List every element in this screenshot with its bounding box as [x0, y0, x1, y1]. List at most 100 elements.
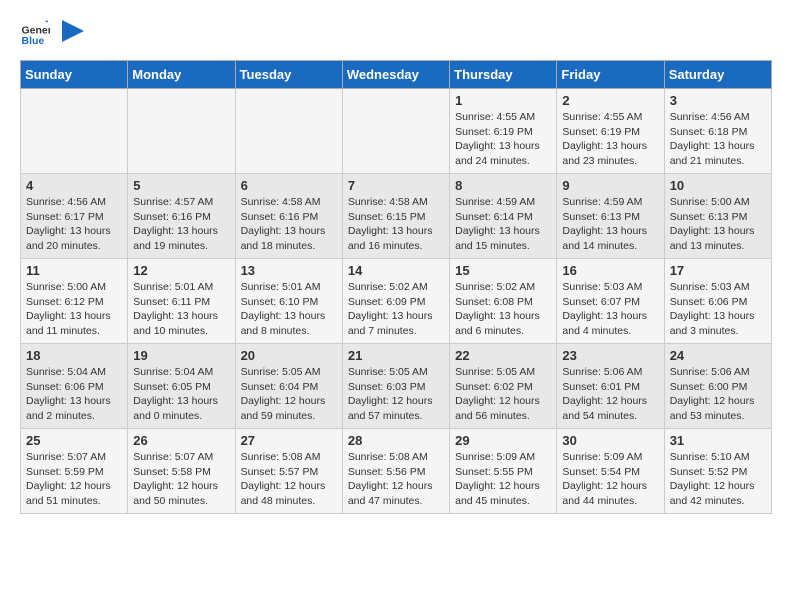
day-info: Sunrise: 5:00 AM Sunset: 6:13 PM Dayligh…: [670, 195, 766, 254]
day-number: 2: [562, 93, 658, 108]
day-info: Sunrise: 5:06 AM Sunset: 6:00 PM Dayligh…: [670, 365, 766, 424]
calendar-cell: [235, 89, 342, 174]
calendar-cell: 19 Sunrise: 5:04 AM Sunset: 6:05 PM Dayli…: [128, 344, 235, 429]
calendar-cell: 17 Sunrise: 5:03 AM Sunset: 6:06 PM Dayli…: [664, 259, 771, 344]
day-number: 7: [348, 178, 444, 193]
day-info: Sunrise: 5:05 AM Sunset: 6:03 PM Dayligh…: [348, 365, 444, 424]
calendar-cell: 24 Sunrise: 5:06 AM Sunset: 6:00 PM Dayli…: [664, 344, 771, 429]
calendar-cell: 22 Sunrise: 5:05 AM Sunset: 6:02 PM Dayli…: [450, 344, 557, 429]
day-info: Sunrise: 5:10 AM Sunset: 5:52 PM Dayligh…: [670, 450, 766, 509]
calendar-cell: 5 Sunrise: 4:57 AM Sunset: 6:16 PM Daylig…: [128, 174, 235, 259]
day-info: Sunrise: 5:08 AM Sunset: 5:56 PM Dayligh…: [348, 450, 444, 509]
calendar-cell: 2 Sunrise: 4:55 AM Sunset: 6:19 PM Daylig…: [557, 89, 664, 174]
svg-text:Blue: Blue: [22, 35, 45, 47]
day-info: Sunrise: 5:09 AM Sunset: 5:54 PM Dayligh…: [562, 450, 658, 509]
weekday-header: Sunday: [21, 61, 128, 89]
day-info: Sunrise: 5:08 AM Sunset: 5:57 PM Dayligh…: [241, 450, 337, 509]
day-number: 12: [133, 263, 229, 278]
logo-icon: General Blue: [20, 20, 50, 50]
calendar-cell: 23 Sunrise: 5:06 AM Sunset: 6:01 PM Dayli…: [557, 344, 664, 429]
day-info: Sunrise: 5:01 AM Sunset: 6:10 PM Dayligh…: [241, 280, 337, 339]
calendar-cell: 18Sunrise: 5:04 AM Sunset: 6:06 PM Dayli…: [21, 344, 128, 429]
calendar-cell: 29 Sunrise: 5:09 AM Sunset: 5:55 PM Dayli…: [450, 429, 557, 514]
calendar-cell: 16 Sunrise: 5:03 AM Sunset: 6:07 PM Dayli…: [557, 259, 664, 344]
calendar-cell: 13Sunrise: 5:01 AM Sunset: 6:10 PM Dayli…: [235, 259, 342, 344]
day-number: 8: [455, 178, 551, 193]
calendar-cell: 12 Sunrise: 5:01 AM Sunset: 6:11 PM Dayli…: [128, 259, 235, 344]
day-info: Sunrise: 5:09 AM Sunset: 5:55 PM Dayligh…: [455, 450, 551, 509]
calendar-week-row: 18Sunrise: 5:04 AM Sunset: 6:06 PM Dayli…: [21, 344, 772, 429]
calendar-week-row: 4 Sunrise: 4:56 AM Sunset: 6:17 PM Daylig…: [21, 174, 772, 259]
day-info: Sunrise: 5:07 AM Sunset: 5:58 PM Dayligh…: [133, 450, 229, 509]
calendar-cell: 11 Sunrise: 5:00 AM Sunset: 6:12 PM Dayli…: [21, 259, 128, 344]
calendar-week-row: 25 Sunrise: 5:07 AM Sunset: 5:59 PM Dayli…: [21, 429, 772, 514]
day-number: 25: [26, 433, 122, 448]
day-number: 18: [26, 348, 122, 363]
page-header: General Blue: [20, 20, 772, 50]
calendar-cell: [128, 89, 235, 174]
calendar-cell: [21, 89, 128, 174]
day-number: 20: [241, 348, 337, 363]
calendar-table: SundayMondayTuesdayWednesdayThursdayFrid…: [20, 60, 772, 514]
day-number: 19: [133, 348, 229, 363]
logo: General Blue: [20, 20, 84, 50]
calendar-cell: 4 Sunrise: 4:56 AM Sunset: 6:17 PM Daylig…: [21, 174, 128, 259]
day-number: 17: [670, 263, 766, 278]
day-info: Sunrise: 5:03 AM Sunset: 6:06 PM Dayligh…: [670, 280, 766, 339]
weekday-header: Saturday: [664, 61, 771, 89]
day-info: Sunrise: 5:02 AM Sunset: 6:09 PM Dayligh…: [348, 280, 444, 339]
day-number: 26: [133, 433, 229, 448]
day-number: 22: [455, 348, 551, 363]
day-info: Sunrise: 5:02 AM Sunset: 6:08 PM Dayligh…: [455, 280, 551, 339]
day-info: Sunrise: 4:55 AM Sunset: 6:19 PM Dayligh…: [562, 110, 658, 169]
weekday-header: Wednesday: [342, 61, 449, 89]
day-number: 28: [348, 433, 444, 448]
calendar-cell: 20Sunrise: 5:05 AM Sunset: 6:04 PM Dayli…: [235, 344, 342, 429]
day-info: Sunrise: 4:58 AM Sunset: 6:15 PM Dayligh…: [348, 195, 444, 254]
calendar-cell: 31 Sunrise: 5:10 AM Sunset: 5:52 PM Dayli…: [664, 429, 771, 514]
day-info: Sunrise: 4:59 AM Sunset: 6:14 PM Dayligh…: [455, 195, 551, 254]
day-info: Sunrise: 5:01 AM Sunset: 6:11 PM Dayligh…: [133, 280, 229, 339]
weekday-header: Friday: [557, 61, 664, 89]
day-number: 10: [670, 178, 766, 193]
day-info: Sunrise: 4:56 AM Sunset: 6:18 PM Dayligh…: [670, 110, 766, 169]
day-info: Sunrise: 5:06 AM Sunset: 6:01 PM Dayligh…: [562, 365, 658, 424]
calendar-cell: 3 Sunrise: 4:56 AM Sunset: 6:18 PM Daylig…: [664, 89, 771, 174]
day-info: Sunrise: 4:56 AM Sunset: 6:17 PM Dayligh…: [26, 195, 122, 254]
day-info: Sunrise: 4:57 AM Sunset: 6:16 PM Dayligh…: [133, 195, 229, 254]
calendar-cell: 8 Sunrise: 4:59 AM Sunset: 6:14 PM Daylig…: [450, 174, 557, 259]
weekday-header: Monday: [128, 61, 235, 89]
day-info: Sunrise: 5:00 AM Sunset: 6:12 PM Dayligh…: [26, 280, 122, 339]
day-number: 6: [241, 178, 337, 193]
calendar-cell: 28 Sunrise: 5:08 AM Sunset: 5:56 PM Dayli…: [342, 429, 449, 514]
weekday-header: Tuesday: [235, 61, 342, 89]
day-number: 15: [455, 263, 551, 278]
day-number: 21: [348, 348, 444, 363]
day-info: Sunrise: 4:55 AM Sunset: 6:19 PM Dayligh…: [455, 110, 551, 169]
day-number: 4: [26, 178, 122, 193]
calendar-week-row: 11 Sunrise: 5:00 AM Sunset: 6:12 PM Dayli…: [21, 259, 772, 344]
day-number: 29: [455, 433, 551, 448]
day-number: 1: [455, 93, 551, 108]
day-info: Sunrise: 4:58 AM Sunset: 6:16 PM Dayligh…: [241, 195, 337, 254]
calendar-cell: 7 Sunrise: 4:58 AM Sunset: 6:15 PM Daylig…: [342, 174, 449, 259]
day-info: Sunrise: 5:07 AM Sunset: 5:59 PM Dayligh…: [26, 450, 122, 509]
day-number: 14: [348, 263, 444, 278]
day-number: 9: [562, 178, 658, 193]
calendar-cell: 30Sunrise: 5:09 AM Sunset: 5:54 PM Dayli…: [557, 429, 664, 514]
day-number: 31: [670, 433, 766, 448]
day-number: 23: [562, 348, 658, 363]
day-number: 24: [670, 348, 766, 363]
day-info: Sunrise: 5:04 AM Sunset: 6:05 PM Dayligh…: [133, 365, 229, 424]
day-number: 3: [670, 93, 766, 108]
day-number: 5: [133, 178, 229, 193]
calendar-header-row: SundayMondayTuesdayWednesdayThursdayFrid…: [21, 61, 772, 89]
day-info: Sunrise: 5:03 AM Sunset: 6:07 PM Dayligh…: [562, 280, 658, 339]
calendar-cell: 25 Sunrise: 5:07 AM Sunset: 5:59 PM Dayli…: [21, 429, 128, 514]
logo-arrow-icon: [62, 20, 84, 42]
day-info: Sunrise: 5:05 AM Sunset: 6:02 PM Dayligh…: [455, 365, 551, 424]
calendar-cell: 26 Sunrise: 5:07 AM Sunset: 5:58 PM Dayli…: [128, 429, 235, 514]
calendar-cell: 1 Sunrise: 4:55 AM Sunset: 6:19 PM Daylig…: [450, 89, 557, 174]
day-number: 16: [562, 263, 658, 278]
day-number: 11: [26, 263, 122, 278]
